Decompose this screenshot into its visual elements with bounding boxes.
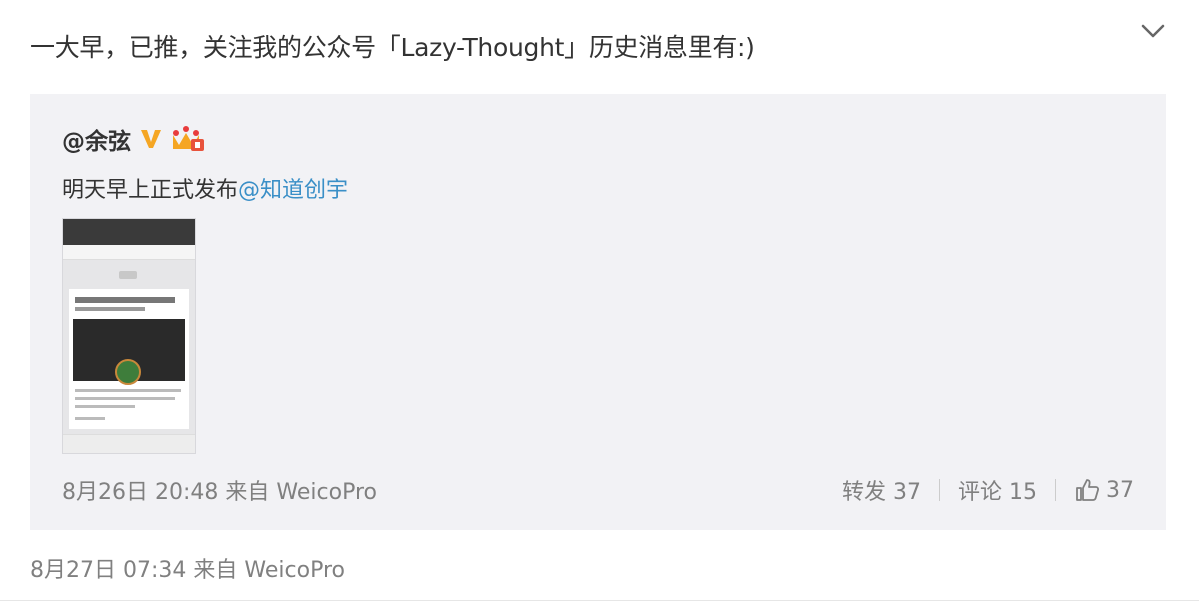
thumbnail-text-line	[75, 389, 181, 392]
thumbnail-text-line	[75, 417, 105, 420]
thumbnail-text-line	[75, 397, 175, 400]
verified-v-icon	[141, 130, 161, 148]
like-button[interactable]: 37	[1074, 477, 1134, 503]
thumbnail-pill	[119, 271, 137, 279]
thumbnail-emblem	[115, 359, 141, 385]
repost-source: WeicoPro	[276, 480, 377, 505]
like-count: 37	[1106, 477, 1134, 503]
repost-body: 明天早上正式发布	[62, 178, 239, 203]
repost-actions: 转发 37 评论 15 37	[842, 474, 1134, 506]
post-meta: 8月27日 07:34 来自 WeicoPro	[30, 552, 345, 584]
thumbnail-title-line	[75, 307, 145, 311]
thumbnail-title-line	[75, 297, 175, 303]
thumbs-up-icon	[1076, 479, 1100, 501]
comment-count: 15	[1009, 480, 1037, 505]
thumbnail-cover-image	[73, 319, 185, 385]
comment-button[interactable]: 评论 15	[958, 474, 1037, 506]
repost-button[interactable]: 转发 37	[842, 474, 921, 506]
chevron-down-icon[interactable]	[1138, 16, 1168, 46]
crown-badge-icon[interactable]	[171, 125, 205, 153]
author-name-link[interactable]: @余弦	[62, 122, 131, 156]
thumbnail-subbar	[63, 245, 195, 260]
mention-link[interactable]: @知道创宇	[238, 178, 348, 203]
thumbnail-article-card	[69, 289, 189, 429]
thumbnail-text-line	[75, 405, 135, 408]
post-text: 一大早，已推，关注我的公众号「Lazy-Thought」历史消息里有:)	[30, 33, 755, 62]
repost-meta: 8月26日 20:48 来自 WeicoPro	[62, 474, 377, 506]
thumbnail-footer-bar	[63, 434, 195, 453]
repost-text: 明天早上正式发布@知道创宇	[62, 172, 348, 204]
thumbnail-header-bar	[63, 219, 195, 245]
action-divider	[1055, 479, 1056, 501]
repost-author: @余弦	[62, 122, 205, 156]
bottom-divider	[0, 600, 1199, 601]
post-source-prefix: 来自	[193, 558, 238, 583]
post-time[interactable]: 8月27日 07:34	[30, 558, 186, 583]
repost-card: @余弦 明天早上正式发布@知道创宇 8月26日 20:48 来自 WeicoPr…	[30, 94, 1166, 530]
repost-label: 转发	[841, 480, 886, 505]
action-divider	[938, 479, 940, 501]
repost-time[interactable]: 8月26日 20:48	[62, 480, 218, 505]
repost-source-prefix: 来自	[225, 480, 270, 505]
post-source: WeicoPro	[244, 558, 345, 583]
comment-label: 评论	[957, 480, 1002, 505]
repost-count: 37	[892, 480, 921, 505]
attached-image-thumbnail[interactable]	[62, 218, 196, 454]
